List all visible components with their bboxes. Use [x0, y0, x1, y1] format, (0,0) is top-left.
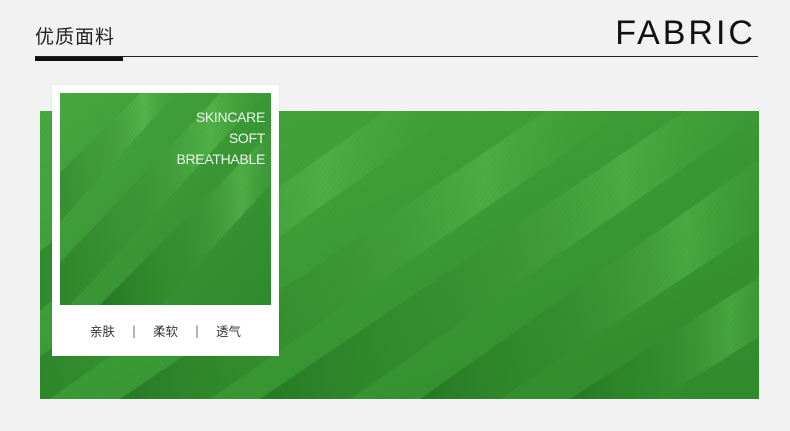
- feature-skin-friendly: 亲肤: [89, 324, 115, 339]
- section-title-en: FABRIC: [615, 14, 756, 52]
- fabric-photo-closeup: SKINCARE SOFT BREATHABLE: [60, 93, 271, 305]
- fabric-taglines: SKINCARE SOFT BREATHABLE: [176, 107, 265, 170]
- tagline-skincare: SKINCARE: [195, 109, 265, 125]
- feature-soft: 柔软: [152, 324, 178, 339]
- feature-list: 亲肤 | 柔软 | 透气: [52, 321, 279, 340]
- header-divider: [35, 56, 758, 57]
- tagline-soft: SOFT: [228, 130, 265, 146]
- feature-separator: |: [131, 323, 136, 338]
- header-accent-bar: [35, 57, 123, 61]
- feature-separator: |: [195, 323, 200, 338]
- feature-breathable: 透气: [216, 324, 242, 339]
- tagline-breathable: BREATHABLE: [176, 151, 265, 167]
- section-title-cn: 优质面料: [35, 26, 116, 48]
